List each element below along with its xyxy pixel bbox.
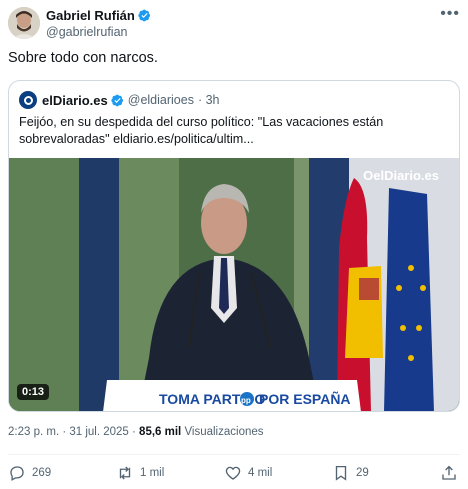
share-icon (442, 465, 456, 480)
quoted-tweet[interactable]: elDiario.es @eldiarioes · 3h Feijóo, en … (8, 80, 460, 412)
more-options-icon[interactable]: ••• (440, 5, 460, 23)
repost-button[interactable]: 1 mil (116, 462, 164, 484)
author-avatar[interactable] (8, 7, 40, 39)
share-button[interactable] (440, 462, 458, 484)
bookmark-count: 29 (356, 467, 369, 479)
tweet-header: Gabriel Rufián @gabrielrufian ••• (8, 5, 460, 41)
quoted-text: Feijóo, en su despedida del curso políti… (19, 115, 384, 146)
reply-count: 269 (32, 467, 52, 479)
tweet-timestamp[interactable]: 2:23 p. m. · 31 jul. 2025 · (8, 426, 139, 438)
verified-badge-icon (111, 94, 123, 106)
heart-icon (225, 466, 241, 480)
bookmark-button[interactable]: 29 (332, 462, 369, 484)
divider (8, 454, 460, 455)
podium-text-right: POR ESPAÑA (259, 390, 351, 407)
action-bar: 269 1 mil 4 mil 29 (8, 462, 460, 484)
quoted-author-handle[interactable]: @eldiarioes (128, 93, 194, 107)
bookmark-icon (335, 465, 347, 481)
quoted-timestamp[interactable]: · 3h (198, 93, 220, 107)
video-frame: TOMA PARTIDO pp POR ESPAÑA (9, 158, 459, 411)
like-count: 4 mil (248, 467, 273, 479)
video-player[interactable]: TOMA PARTIDO pp POR ESPAÑA OelDiario.es … (9, 158, 459, 411)
repost-icon (119, 466, 131, 480)
views-label: Visualizaciones (181, 426, 264, 438)
author-name[interactable]: Gabriel Rufián (46, 8, 135, 23)
reply-icon (10, 466, 24, 481)
podium-logo: pp (241, 396, 251, 405)
tweet-meta: 2:23 p. m. · 31 jul. 2025 · 85,6 mil Vis… (8, 426, 264, 438)
quoted-avatar[interactable] (19, 91, 37, 109)
author-handle[interactable]: @gabrielrufian (46, 25, 151, 39)
views-count: 85,6 mil (139, 426, 182, 438)
video-watermark: OelDiario.es (363, 168, 439, 183)
tweet-text: Sobre todo con narcos. (8, 50, 158, 66)
like-button[interactable]: 4 mil (224, 462, 272, 484)
verified-badge-icon (138, 9, 150, 21)
repost-count: 1 mil (140, 467, 165, 479)
reply-button[interactable]: 269 (8, 462, 51, 484)
quoted-author-name[interactable]: elDiario.es (42, 93, 108, 108)
video-duration: 0:13 (17, 384, 50, 400)
